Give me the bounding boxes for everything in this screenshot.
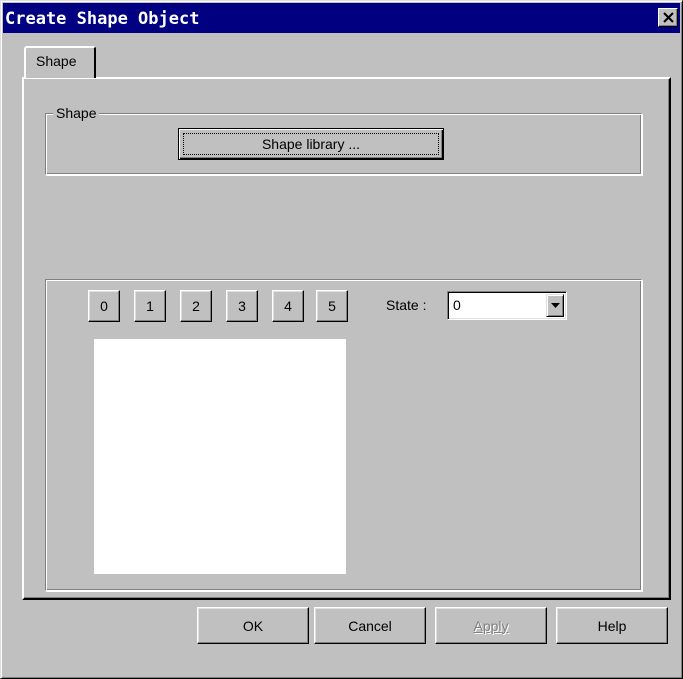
- help-button-label: Help: [597, 617, 627, 634]
- close-x-icon: [663, 12, 674, 23]
- cancel-button[interactable]: Cancel: [314, 607, 426, 644]
- window-title: Create Shape Object: [5, 9, 200, 29]
- apply-button: Apply: [435, 607, 547, 644]
- create-shape-dialog: Create Shape Object Shape Shape Shape li…: [0, 0, 683, 679]
- help-button[interactable]: Help: [556, 607, 668, 644]
- apply-button-label: Apply: [473, 617, 509, 634]
- tab-shape-label: Shape: [36, 53, 77, 69]
- close-button[interactable]: [658, 8, 678, 27]
- shape-group-title: Shape: [53, 105, 100, 121]
- tab-shape[interactable]: Shape: [24, 46, 96, 78]
- tab-panel-shape: [22, 77, 671, 600]
- ok-button-label: OK: [242, 617, 264, 634]
- title-bar[interactable]: Create Shape Object: [3, 3, 680, 33]
- cancel-button-label: Cancel: [348, 617, 392, 634]
- ok-button[interactable]: OK: [197, 607, 309, 644]
